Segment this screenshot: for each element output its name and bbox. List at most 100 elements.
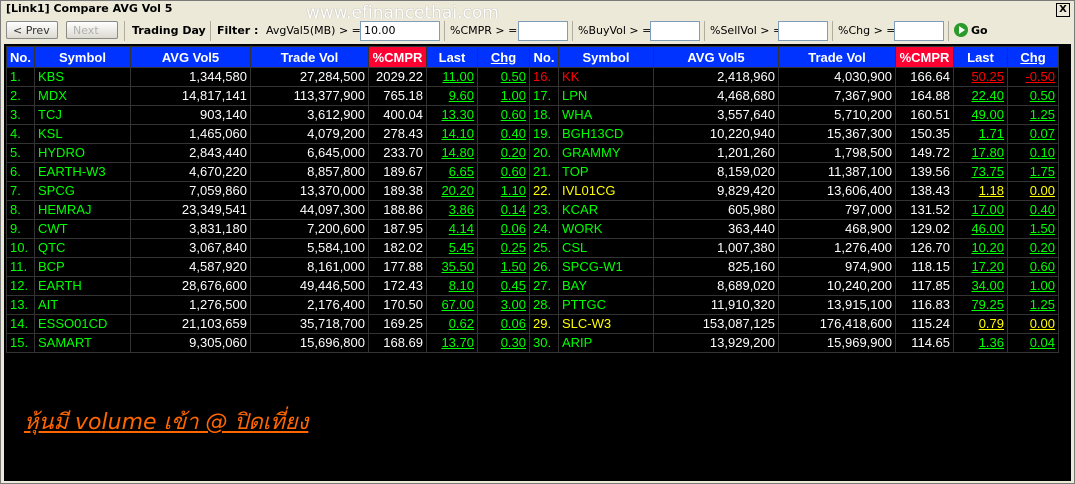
last-price-link[interactable]: 46.00 [953,219,1008,239]
table-row[interactable]: 4. KSL 1,465,060 4,079,200 278.43 14.10 0.40 19… [6,124,1059,144]
chg-link[interactable]: 0.40 [477,124,530,144]
last-price-link[interactable]: 5.45 [426,238,478,258]
go-button[interactable]: Go [954,22,988,40]
chg-link[interactable]: 0.00 [1007,181,1059,201]
last-price-link[interactable]: 0.62 [426,314,478,334]
chg-link[interactable]: 0.14 [477,200,530,220]
symbol-cell[interactable]: EARTH [34,276,131,296]
table-row[interactable]: 6. EARTH-W3 4,670,220 8,857,800 189.67 6.65 0.… [6,162,1059,182]
chg-link[interactable]: 0.60 [477,162,530,182]
prev-button[interactable]: < Prev [6,21,58,39]
col-header-last[interactable]: Last [953,46,1008,68]
last-price-link[interactable]: 79.25 [953,295,1008,315]
cmpr-input[interactable] [518,21,568,41]
col-header-symbol[interactable]: Symbol [34,46,131,68]
symbol-cell[interactable]: IVL01CG [558,181,654,201]
table-row[interactable]: 13. AIT 1,276,500 2,176,400 170.50 67.00 3.00 2… [6,295,1059,315]
symbol-cell[interactable]: KCAR [558,200,654,220]
chg-link[interactable]: 0.10 [1007,143,1059,163]
last-price-link[interactable]: 17.20 [953,257,1008,277]
last-price-link[interactable]: 10.20 [953,238,1008,258]
last-price-link[interactable]: 11.00 [426,67,478,87]
chg-link[interactable]: 0.20 [1007,238,1059,258]
last-price-link[interactable]: 13.70 [426,333,478,353]
symbol-cell[interactable]: SPCG-W1 [558,257,654,277]
symbol-cell[interactable]: KSL [34,124,131,144]
chg-link[interactable]: 1.25 [1007,295,1059,315]
chg-input[interactable] [894,21,944,41]
table-row[interactable]: 15. SAMART 9,305,060 15,696,800 168.69 13.70 0… [6,333,1059,353]
table-row[interactable]: 2. MDX 14,817,141 113,377,900 765.18 9.60 1.00… [6,86,1059,106]
last-price-link[interactable]: 22.40 [953,86,1008,106]
chg-link[interactable]: 1.10 [477,181,530,201]
chg-link[interactable]: 0.60 [477,105,530,125]
buyvol-input[interactable] [650,21,700,41]
chg-link[interactable]: 1.50 [477,257,530,277]
symbol-cell[interactable]: QTC [34,238,131,258]
last-price-link[interactable]: 9.60 [426,86,478,106]
symbol-cell[interactable]: LPN [558,86,654,106]
avgval5-input[interactable]: 10.00 [360,21,440,41]
last-price-link[interactable]: 1.71 [953,124,1008,144]
last-price-link[interactable]: 20.20 [426,181,478,201]
symbol-cell[interactable]: BGH13CD [558,124,654,144]
chg-link[interactable]: 0.07 [1007,124,1059,144]
chg-link[interactable]: 0.50 [1007,86,1059,106]
last-price-link[interactable]: 3.86 [426,200,478,220]
symbol-cell[interactable]: TCJ [34,105,131,125]
last-price-link[interactable]: 1.18 [953,181,1008,201]
close-button[interactable]: X [1056,3,1070,17]
symbol-cell[interactable]: ARIP [558,333,654,353]
col-header-cmpr[interactable]: %CMPR [368,46,427,68]
symbol-cell[interactable]: PTTGC [558,295,654,315]
chg-link[interactable]: 0.40 [1007,200,1059,220]
last-price-link[interactable]: 73.75 [953,162,1008,182]
last-price-link[interactable]: 17.80 [953,143,1008,163]
last-price-link[interactable]: 14.80 [426,143,478,163]
chg-link[interactable]: 1.00 [1007,276,1059,296]
chg-link[interactable]: 0.06 [477,219,530,239]
chg-link[interactable]: 0.30 [477,333,530,353]
col-header-symbol[interactable]: Symbol [558,46,654,68]
symbol-cell[interactable]: WORK [558,219,654,239]
col-header-trade-vol[interactable]: Trade Vol [250,46,369,68]
chg-link[interactable]: 0.25 [477,238,530,258]
chg-link[interactable]: -0.50 [1007,67,1059,87]
col-header-trade-vol[interactable]: Trade Vol [778,46,896,68]
chg-link[interactable]: 3.00 [477,295,530,315]
last-price-link[interactable]: 4.14 [426,219,478,239]
table-row[interactable]: 10. QTC 3,067,840 5,584,100 182.02 5.45 0.25 25… [6,238,1059,258]
last-price-link[interactable]: 34.00 [953,276,1008,296]
last-price-link[interactable]: 8.10 [426,276,478,296]
last-price-link[interactable]: 6.65 [426,162,478,182]
last-price-link[interactable]: 13.30 [426,105,478,125]
symbol-cell[interactable]: TOP [558,162,654,182]
symbol-cell[interactable]: SPCG [34,181,131,201]
chg-link[interactable]: 0.06 [477,314,530,334]
symbol-cell[interactable]: KK [558,67,654,87]
symbol-cell[interactable]: CSL [558,238,654,258]
symbol-cell[interactable]: SAMART [34,333,131,353]
chg-link[interactable]: 0.45 [477,276,530,296]
symbol-cell[interactable]: HYDRO [34,143,131,163]
col-header-avg-vol5[interactable]: AVG Vol5 [653,46,779,68]
last-price-link[interactable]: 14.10 [426,124,478,144]
symbol-cell[interactable]: CWT [34,219,131,239]
symbol-cell[interactable]: WHA [558,105,654,125]
last-price-link[interactable]: 1.36 [953,333,1008,353]
col-header-no[interactable]: No. [6,46,35,68]
next-button[interactable]: Next > [66,21,118,55]
table-row[interactable]: 7. SPCG 7,059,860 13,370,000 189.38 20.20 1.10… [6,181,1059,201]
last-price-link[interactable]: 0.79 [953,314,1008,334]
table-row[interactable]: 5. HYDRO 2,843,440 6,645,000 233.70 14.80 0.20… [6,143,1059,163]
col-header-last[interactable]: Last [426,46,478,68]
col-header-no[interactable]: No. [529,46,559,68]
symbol-cell[interactable]: GRAMMY [558,143,654,163]
symbol-cell[interactable]: EARTH-W3 [34,162,131,182]
table-row[interactable]: 11. BCP 4,587,920 8,161,000 177.88 35.50 1.50 2… [6,257,1059,277]
chg-link[interactable]: 1.75 [1007,162,1059,182]
symbol-cell[interactable]: ESSO01CD [34,314,131,334]
col-header-chg[interactable]: Chg [477,46,530,68]
chg-link[interactable]: 0.20 [477,143,530,163]
sellvol-input[interactable] [778,21,828,41]
